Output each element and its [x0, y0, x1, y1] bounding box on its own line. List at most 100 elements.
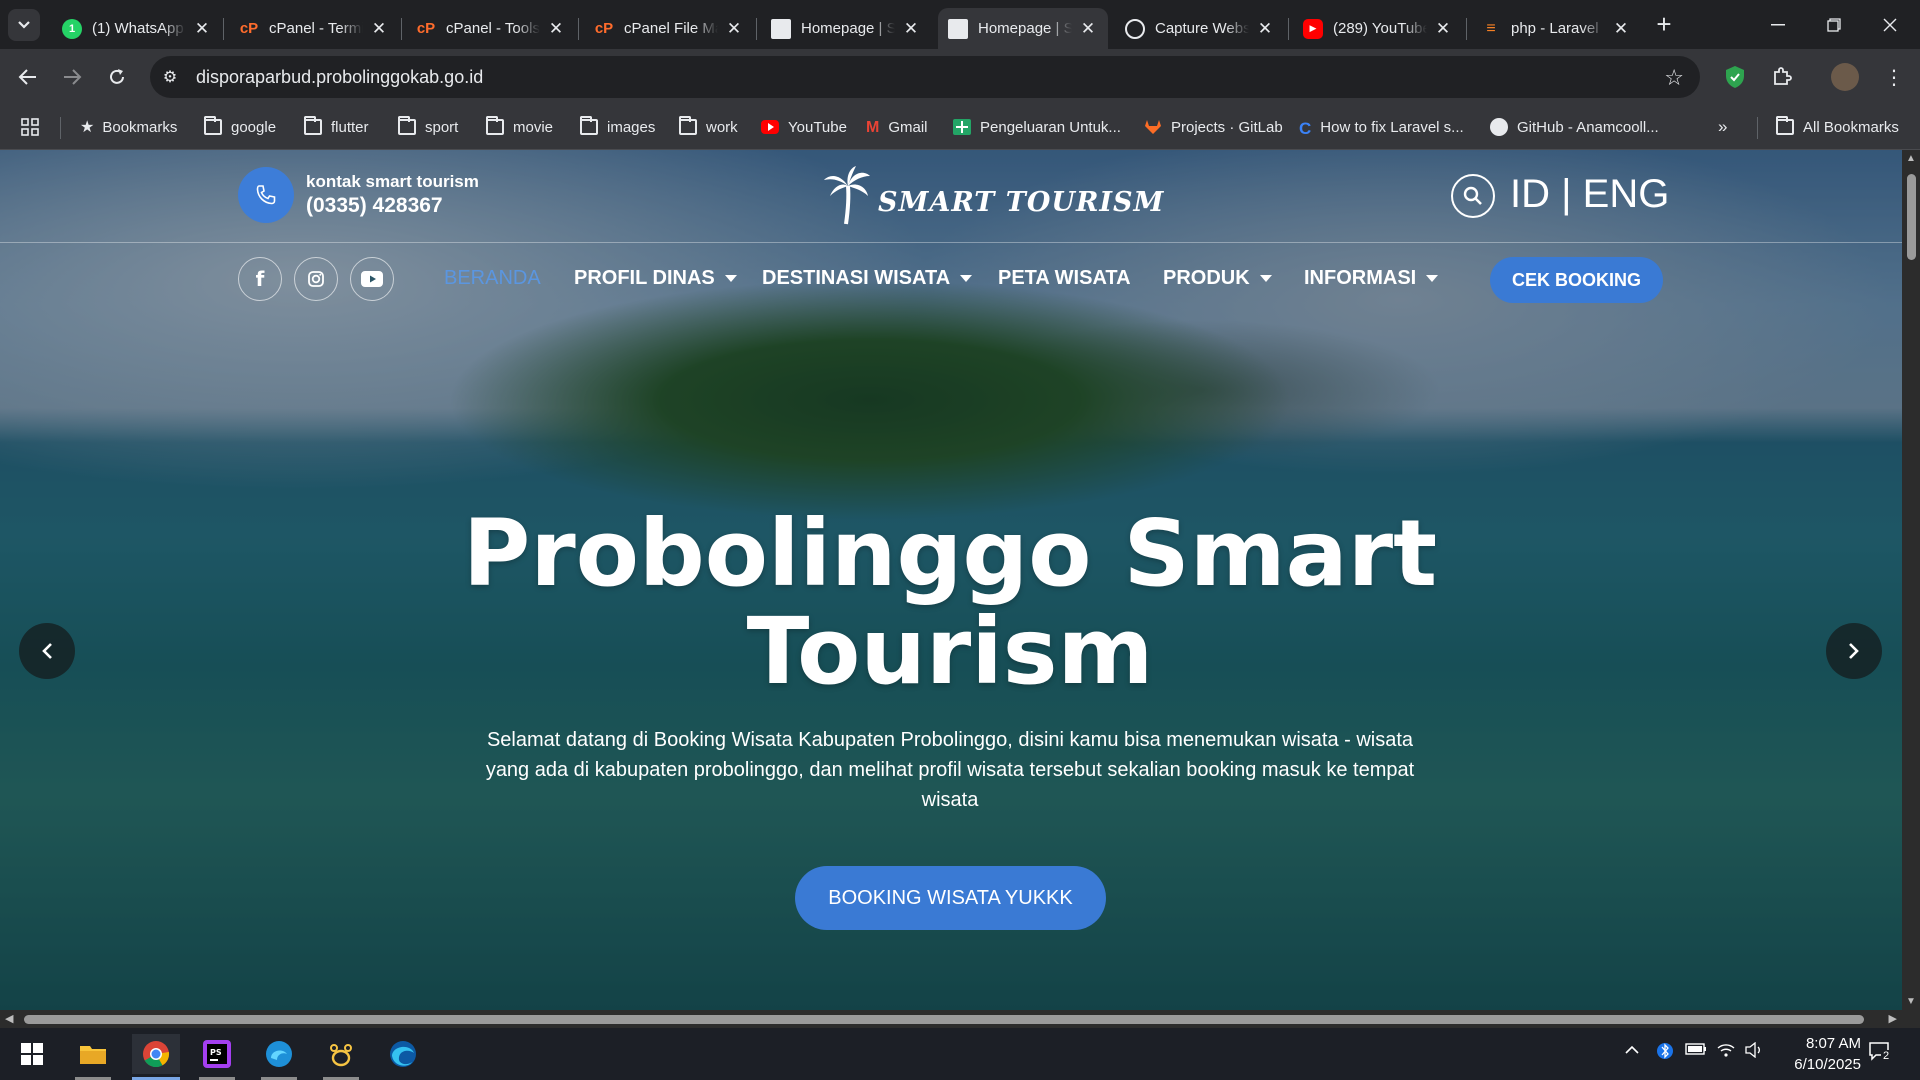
booking-wisata-button[interactable]: BOOKING WISATA YUKKK — [795, 866, 1106, 930]
horizontal-scrollbar[interactable]: ◀ ▶ — [0, 1010, 1902, 1028]
bookmark-star-icon[interactable]: ☆ — [1664, 65, 1684, 91]
tab-whatsapp[interactable]: 1 (1) WhatsApp ✕ — [52, 8, 222, 49]
notification-center-button[interactable]: 2 — [1868, 1040, 1892, 1066]
nav-beranda[interactable]: BERANDA — [444, 267, 541, 290]
chrome-taskbar[interactable] — [132, 1034, 180, 1080]
site-info-icon[interactable]: ⚙ — [150, 67, 190, 87]
close-icon[interactable]: ✕ — [1611, 19, 1631, 39]
new-tab-button[interactable]: + — [1650, 11, 1678, 39]
vertical-scrollbar[interactable]: ▲ ▼ — [1902, 150, 1920, 1010]
minimize-button[interactable] — [1750, 0, 1806, 49]
nav-profil-dinas[interactable]: PROFIL DINAS — [574, 267, 737, 290]
file-explorer-taskbar[interactable] — [69, 1034, 117, 1080]
bookmark-folder-google[interactable]: google — [204, 114, 276, 140]
bookmark-gmail[interactable]: M Gmail — [866, 114, 928, 140]
tab-homepage-1[interactable]: Homepage | Smart Tourism ✕ — [761, 8, 931, 49]
hero-title-line-1: Probolinggo Smart — [462, 500, 1438, 607]
system-clock[interactable]: 8:07 AM 6/10/2025 — [1765, 1033, 1861, 1075]
edge-taskbar[interactable] — [379, 1034, 427, 1074]
bookmark-label: flutter — [331, 118, 369, 136]
close-icon[interactable]: ✕ — [724, 19, 744, 39]
phpstorm-icon: PS — [203, 1040, 231, 1068]
caret-down-icon — [960, 275, 973, 282]
scroll-down-arrow-icon[interactable]: ▼ — [1906, 996, 1916, 1007]
bookmark-laravel-fix[interactable]: C How to fix Laravel s... — [1299, 114, 1464, 140]
back-button[interactable] — [12, 61, 44, 93]
all-bookmarks-button[interactable]: All Bookmarks — [1776, 114, 1899, 140]
restore-icon — [1827, 17, 1841, 32]
lang-id[interactable]: ID — [1510, 172, 1550, 216]
nav-label: PETA WISATA — [998, 267, 1131, 289]
close-icon[interactable]: ✕ — [546, 19, 566, 39]
site-logo[interactable]: SMART TOURISM — [822, 164, 1164, 226]
tab-search-button[interactable] — [8, 9, 40, 41]
close-icon[interactable]: ✕ — [192, 19, 212, 39]
restore-button[interactable] — [1806, 0, 1862, 49]
close-icon[interactable]: ✕ — [1433, 19, 1453, 39]
bookmark-gitlab[interactable]: Projects · GitLab — [1144, 114, 1283, 140]
lang-eng[interactable]: ENG — [1583, 172, 1670, 216]
page-icon — [771, 18, 791, 39]
shield-extension-icon[interactable] — [1721, 63, 1749, 91]
nav-informasi[interactable]: INFORMASI — [1304, 267, 1439, 290]
cek-booking-button[interactable]: CEK BOOKING — [1490, 257, 1663, 303]
scroll-left-arrow-icon[interactable]: ◀ — [5, 1012, 13, 1025]
chrome-icon — [143, 1041, 170, 1068]
tab-youtube[interactable]: ▶ (289) YouTube ✕ — [1293, 8, 1463, 49]
carousel-prev-button[interactable] — [19, 623, 75, 679]
more-bookmarks-chevron-icon[interactable]: » — [1718, 114, 1727, 140]
nav-peta-wisata[interactable]: PETA WISATA — [998, 267, 1131, 290]
edge-dev-taskbar[interactable] — [255, 1034, 303, 1080]
address-bar[interactable]: ⚙ disporaparbud.probolinggokab.go.id ☆ — [150, 56, 1700, 98]
close-icon[interactable]: ✕ — [1255, 19, 1275, 39]
carousel-next-button[interactable] — [1826, 623, 1882, 679]
reload-button[interactable] — [101, 61, 133, 93]
close-window-button[interactable] — [1862, 0, 1918, 49]
tab-cpanel-terminal[interactable]: cP cPanel - Terminal ✕ — [229, 8, 399, 49]
youtube-icon — [361, 271, 383, 287]
bookmark-folder-movie[interactable]: movie — [486, 114, 553, 140]
tab-php-laravel[interactable]: ≡ php - Laravel ✕ — [1471, 8, 1641, 49]
bookmark-youtube[interactable]: YouTube — [761, 114, 847, 140]
nav-produk[interactable]: PRODUK — [1163, 267, 1272, 290]
paw-app-taskbar[interactable] — [317, 1034, 365, 1080]
bookmark-label: YouTube — [788, 118, 847, 136]
tray-chevron-up-icon[interactable] — [1624, 1042, 1640, 1059]
bookmark-github[interactable]: GitHub - Anamcooll... — [1490, 114, 1659, 140]
search-button[interactable] — [1451, 174, 1495, 218]
tab-cpanel-tools[interactable]: cP cPanel - Tools ✕ — [406, 8, 576, 49]
bluetooth-icon[interactable] — [1657, 1040, 1673, 1066]
nav-destinasi-wisata[interactable]: DESTINASI WISATA — [762, 267, 973, 290]
tab-cpanel-file-manager[interactable]: cP cPanel File Manager ✕ — [584, 8, 754, 49]
close-icon[interactable]: ✕ — [901, 19, 921, 39]
forward-button[interactable] — [56, 61, 88, 93]
start-button[interactable] — [8, 1034, 56, 1074]
horizontal-scroll-thumb[interactable] — [24, 1015, 1864, 1024]
battery-icon[interactable] — [1685, 1042, 1707, 1059]
wifi-icon[interactable] — [1716, 1042, 1736, 1062]
extensions-icon[interactable] — [1768, 63, 1796, 91]
youtube-link[interactable] — [350, 257, 394, 301]
folder-icon — [486, 116, 504, 135]
instagram-link[interactable] — [294, 257, 338, 301]
phpstorm-taskbar[interactable]: PS — [193, 1034, 241, 1080]
bookmark-pengeluaran[interactable]: Pengeluaran Untuk... — [953, 114, 1121, 140]
facebook-link[interactable]: f — [238, 257, 282, 301]
bookmark-bookmarks[interactable]: ★ Bookmarks — [80, 114, 177, 140]
nav-label: INFORMASI — [1304, 267, 1417, 289]
scroll-right-arrow-icon[interactable]: ▶ — [1889, 1012, 1897, 1025]
bookmark-folder-work[interactable]: work — [679, 114, 738, 140]
close-icon[interactable]: ✕ — [1078, 19, 1098, 39]
profile-avatar[interactable] — [1831, 63, 1859, 91]
close-icon[interactable]: ✕ — [369, 19, 389, 39]
bookmark-folder-images[interactable]: images — [580, 114, 655, 140]
tab-capture-website[interactable]: Capture Website ✕ — [1115, 8, 1285, 49]
scroll-up-arrow-icon[interactable]: ▲ — [1906, 153, 1916, 164]
bookmark-folder-sport[interactable]: sport — [398, 114, 458, 140]
menu-kebab-icon[interactable]: ⋮ — [1880, 63, 1908, 91]
volume-icon[interactable] — [1744, 1041, 1764, 1062]
apps-grid-icon[interactable] — [20, 114, 40, 140]
bookmark-folder-flutter[interactable]: flutter — [304, 114, 369, 140]
tab-homepage-active[interactable]: Homepage | Smart Tourism ✕ — [938, 8, 1108, 49]
vertical-scroll-thumb[interactable] — [1907, 174, 1916, 260]
